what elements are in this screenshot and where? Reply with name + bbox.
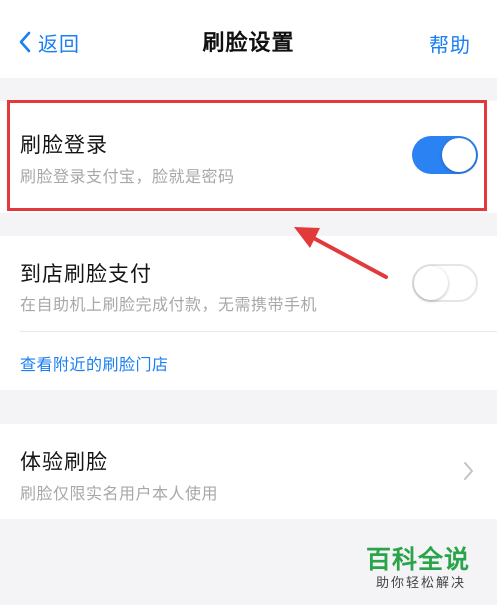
chevron-right-icon — [464, 462, 473, 480]
face-login-subtitle: 刷脸登录支付宝，脸就是密码 — [20, 167, 235, 186]
toggle-knob — [442, 138, 476, 172]
store-payment-section: 到店刷脸支付 在自助机上刷脸完成付款，无需携带手机 查看附近的刷脸门店 — [0, 236, 497, 390]
face-login-row: 刷脸登录 刷脸登录支付宝，脸就是密码 — [0, 101, 497, 213]
face-login-title: 刷脸登录 — [20, 133, 108, 157]
trial-face-subtitle: 刷脸仅限实名用户本人使用 — [20, 484, 219, 503]
help-button[interactable]: 帮助 — [429, 29, 471, 58]
nav-bar: 返回 刷脸设置 帮助 — [0, 0, 497, 78]
store-payment-toggle[interactable] — [412, 264, 478, 302]
trial-face-row[interactable]: 体验刷脸 刷脸仅限实名用户本人使用 — [0, 424, 497, 519]
face-settings-screen: 返回 刷脸设置 帮助 刷脸登录 刷脸登录支付宝，脸就是密码 到店刷脸支付 在自助… — [0, 0, 497, 605]
watermark-title: 百科全说 — [366, 545, 471, 574]
trial-face-title: 体验刷脸 — [20, 450, 108, 474]
toggle-knob — [414, 266, 448, 300]
page-title: 刷脸设置 — [202, 31, 295, 56]
store-payment-subtitle: 在自助机上刷脸完成付款，无需携带手机 — [20, 295, 318, 314]
nearby-stores-link[interactable]: 查看附近的刷脸门店 — [20, 351, 169, 375]
watermark-logo: 百科全说 助你轻松解决 — [366, 545, 486, 601]
face-login-toggle[interactable] — [412, 136, 478, 174]
divider — [20, 331, 497, 332]
store-payment-title: 到店刷脸支付 — [20, 262, 152, 286]
watermark-slogan: 助你轻松解决 — [376, 576, 467, 591]
